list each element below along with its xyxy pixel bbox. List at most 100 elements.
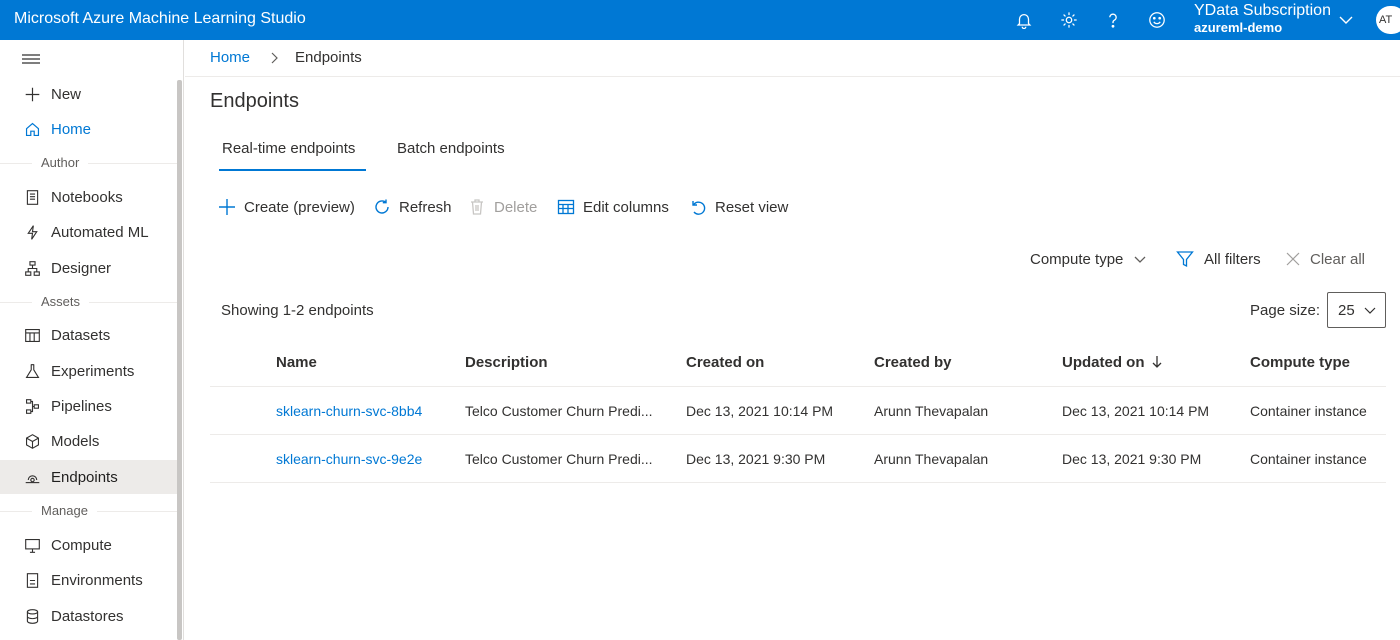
cell-compute-type: Container instance [1250, 451, 1367, 467]
column-header-description[interactable]: Description [465, 354, 548, 371]
subscription-picker[interactable]: YData Subscription azureml-demo [1194, 2, 1331, 36]
results-count: Showing 1-2 endpoints [221, 302, 374, 319]
nav-label: Pipelines [51, 397, 112, 415]
cell-updated-on: Dec 13, 2021 9:30 PM [1062, 451, 1202, 467]
nav-label: Experiments [51, 362, 135, 380]
nav-label: New [51, 85, 82, 103]
monitor-icon [22, 535, 42, 555]
new-button[interactable]: New [0, 77, 177, 111]
edit-columns-button[interactable]: Edit columns [557, 196, 669, 218]
page-size-select[interactable]: 25 [1327, 292, 1386, 328]
sidebar-scrollbar[interactable] [177, 80, 182, 640]
nav-label: Environments [51, 571, 143, 589]
nav-label: Compute [51, 536, 112, 554]
endpoint-name-link[interactable]: sklearn-churn-svc-8bb4 [276, 403, 456, 419]
compute-type-filter[interactable]: Compute type [1030, 248, 1148, 270]
nav-label: Datasets [51, 326, 111, 344]
column-header-updated-on[interactable]: Updated on [1062, 354, 1163, 371]
plus-icon [22, 84, 42, 104]
chevron-down-icon[interactable] [1336, 10, 1356, 30]
compute-type-filter-label: Compute type [1030, 250, 1124, 268]
breadcrumb: Home Endpoints [210, 49, 362, 66]
divider [185, 76, 1400, 77]
tab-realtime-endpoints[interactable]: Real-time endpoints [222, 140, 355, 157]
divider [210, 434, 1386, 435]
column-header-created-on[interactable]: Created on [686, 354, 764, 371]
trash-icon [471, 199, 483, 215]
nav-label: Notebooks [51, 188, 123, 206]
home-icon [22, 119, 42, 139]
cell-created-by: Arunn Thevapalan [874, 451, 989, 467]
refresh-button[interactable]: Refresh [373, 196, 452, 218]
chevron-down-icon [1134, 256, 1146, 263]
section-assets: Assets [0, 292, 177, 312]
cell-compute-type: Container instance [1250, 403, 1367, 419]
table-icon [557, 199, 575, 215]
create-label: Create (preview) [244, 198, 355, 216]
page-title: Endpoints [210, 90, 299, 112]
avatar[interactable]: AT [1376, 6, 1400, 34]
section-manage: Manage [0, 501, 177, 521]
section-label: Manage [32, 503, 97, 518]
refresh-label: Refresh [399, 198, 452, 216]
active-tab-indicator [219, 169, 366, 171]
smiley-icon[interactable] [1145, 8, 1169, 32]
all-filters-label: All filters [1204, 250, 1261, 268]
cell-description: Telco Customer Churn Predi... [465, 451, 653, 467]
sidebar-item-notebooks[interactable]: Notebooks [0, 180, 177, 214]
cube-icon [22, 431, 42, 451]
sidebar-item-endpoints[interactable]: Endpoints [0, 460, 177, 494]
endpoint-name-link[interactable]: sklearn-churn-svc-9e2e [276, 451, 456, 467]
app-title[interactable]: Microsoft Azure Machine Learning Studio [14, 10, 306, 28]
sidebar-item-automated-ml[interactable]: Automated ML [0, 215, 177, 249]
filter-icon [1176, 251, 1194, 268]
sidebar-item-designer[interactable]: Designer [0, 251, 177, 285]
cell-created-by: Arunn Thevapalan [874, 403, 989, 419]
page-size-value: 25 [1338, 301, 1355, 319]
chevron-right-icon [271, 52, 278, 63]
designer-icon [22, 258, 42, 278]
cell-updated-on: Dec 13, 2021 10:14 PM [1062, 403, 1210, 419]
sidebar-item-models[interactable]: Models [0, 424, 177, 458]
reset-view-button[interactable]: Reset view [689, 196, 788, 218]
clear-all-label: Clear all [1310, 250, 1366, 268]
gear-icon[interactable] [1057, 8, 1081, 32]
help-icon[interactable] [1101, 8, 1125, 32]
column-header-created-by[interactable]: Created by [874, 354, 952, 371]
hamburger-icon[interactable] [22, 52, 40, 66]
divider [210, 482, 1386, 483]
breadcrumb-current: Endpoints [295, 49, 362, 66]
divider [0, 163, 177, 164]
refresh-icon [375, 199, 389, 214]
section-label: Assets [32, 294, 90, 309]
sidebar-item-experiments[interactable]: Experiments [0, 354, 177, 388]
section-label: Author [32, 155, 89, 170]
delete-button[interactable]: Delete [468, 196, 537, 218]
sidebar-item-home[interactable]: Home [0, 112, 177, 146]
dataset-icon [22, 325, 42, 345]
sidebar-item-datastores[interactable]: Datastores [0, 599, 177, 633]
nav-label: Home [51, 120, 92, 138]
lightning-icon [22, 222, 42, 242]
sidebar-item-compute[interactable]: Compute [0, 528, 177, 562]
nav-label: Automated ML [51, 223, 149, 241]
create-button[interactable]: Create (preview) [218, 196, 355, 218]
sidebar-item-environments[interactable]: Environments [0, 563, 177, 597]
breadcrumb-home-link[interactable]: Home [210, 49, 250, 66]
all-filters-button[interactable]: All filters [1176, 248, 1261, 270]
column-header-name[interactable]: Name [276, 354, 317, 371]
chevron-down-icon [1364, 307, 1376, 314]
tab-batch-endpoints[interactable]: Batch endpoints [397, 140, 505, 157]
sidebar-item-pipelines[interactable]: Pipelines [0, 389, 177, 423]
bell-icon[interactable] [1012, 8, 1036, 32]
delete-label: Delete [494, 198, 538, 216]
column-header-compute-type[interactable]: Compute type [1250, 354, 1350, 371]
clear-all-button[interactable]: Clear all [1286, 248, 1365, 270]
nav-label: Datastores [51, 607, 124, 625]
close-icon [1286, 252, 1300, 266]
edit-columns-label: Edit columns [583, 198, 669, 216]
undo-icon [692, 201, 706, 215]
sidebar-item-datasets[interactable]: Datasets [0, 318, 177, 352]
pipeline-icon [22, 396, 42, 416]
cell-created-on: Dec 13, 2021 10:14 PM [686, 403, 834, 419]
